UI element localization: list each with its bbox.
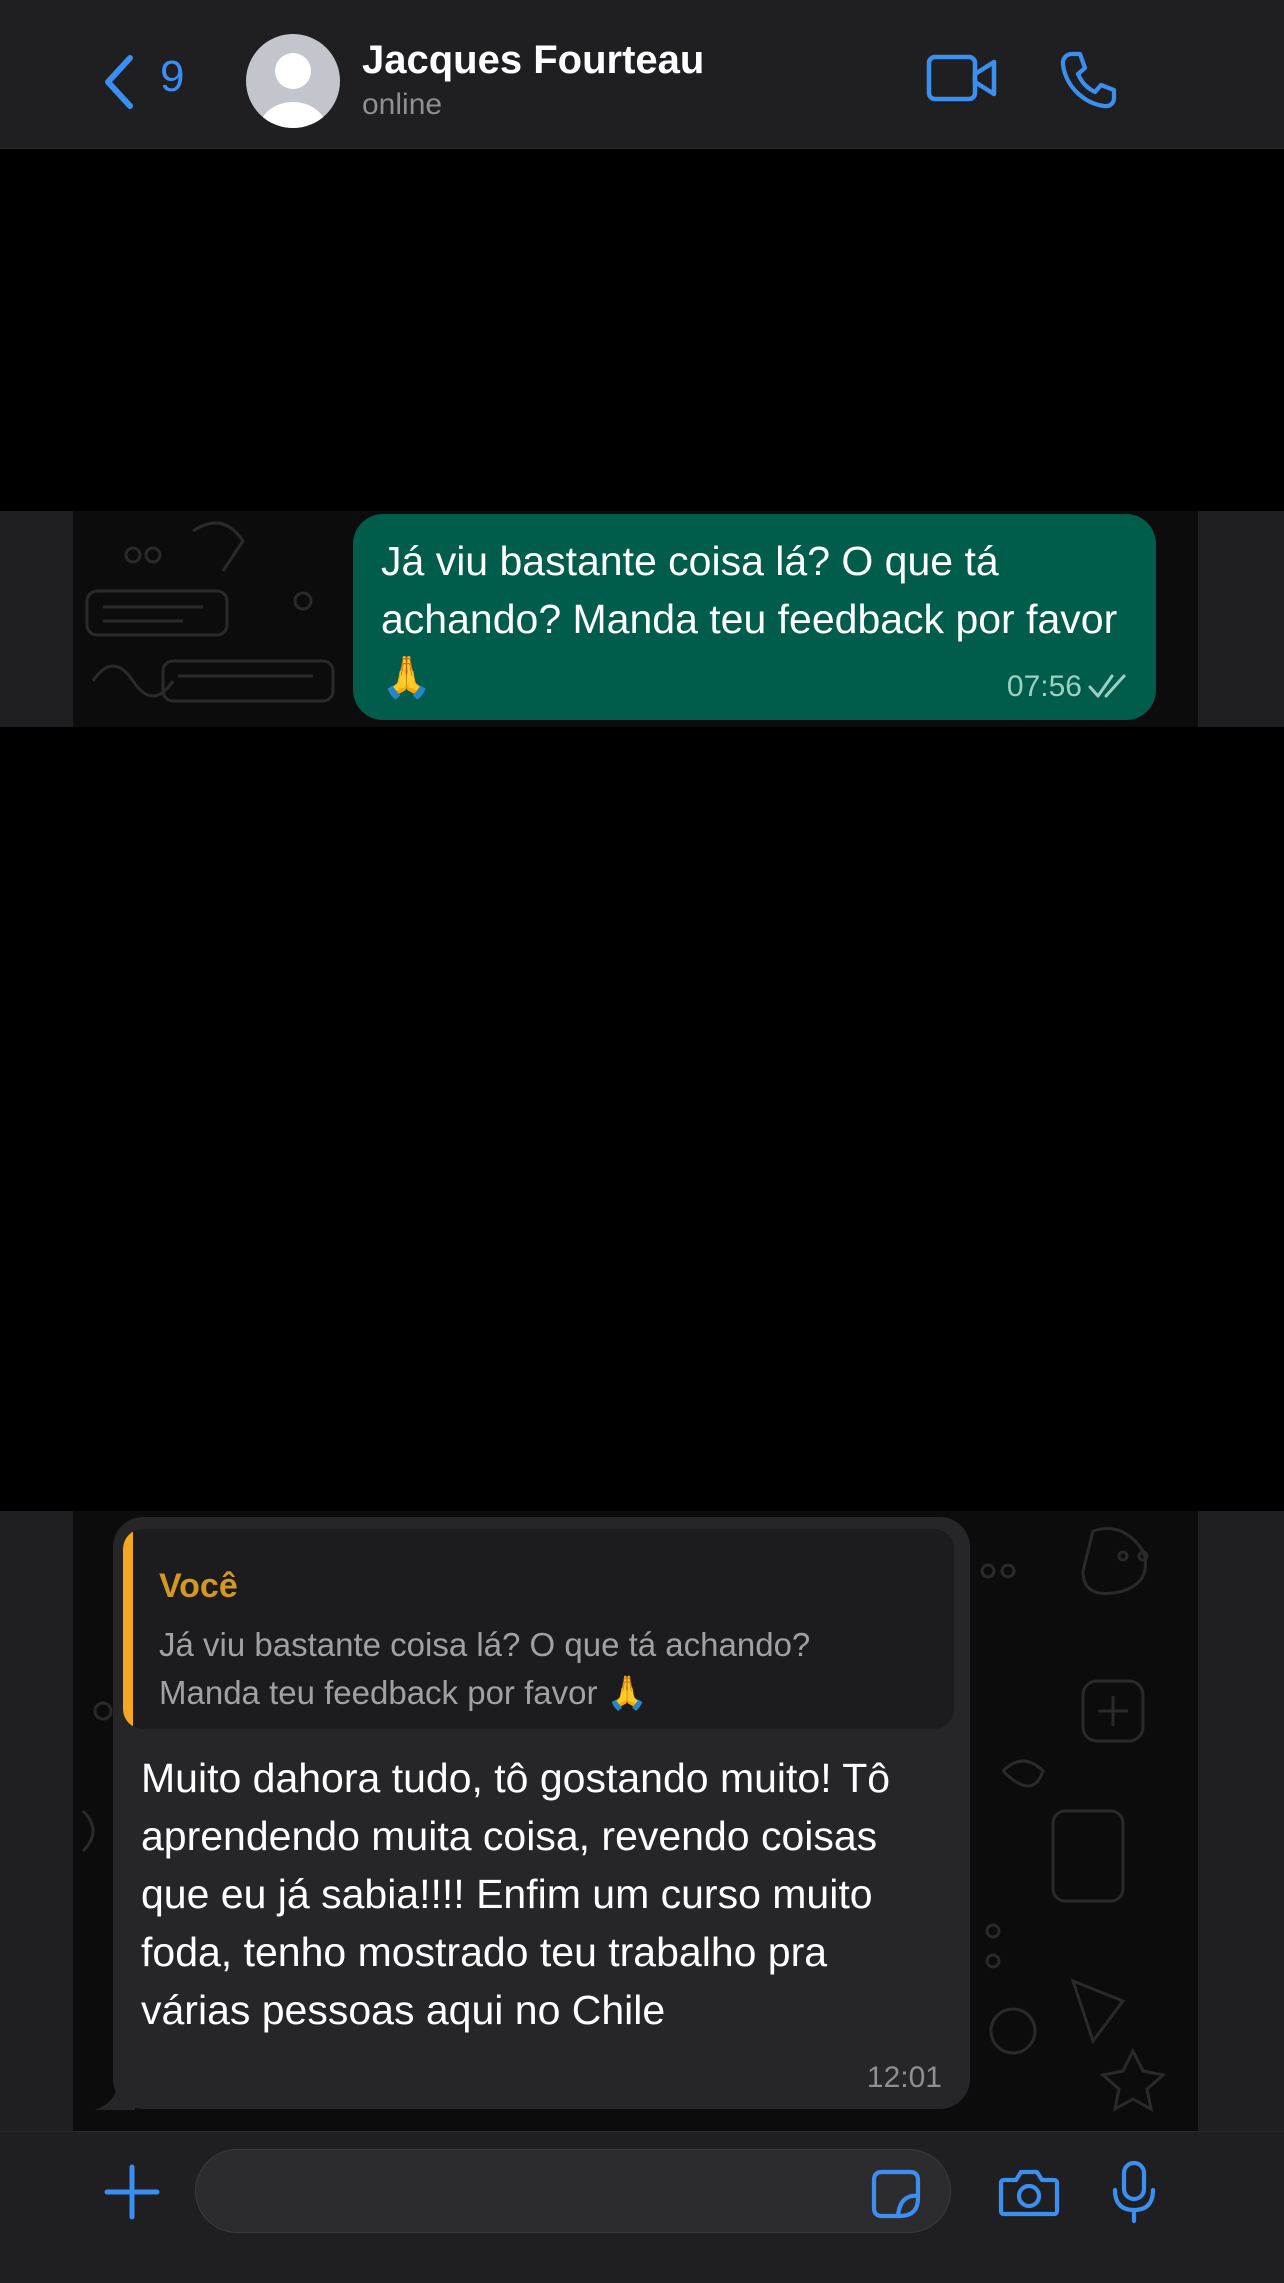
redacted-area: [0, 149, 1284, 511]
chevron-left-icon[interactable]: [100, 52, 140, 112]
quote-author: Você: [159, 1567, 238, 1605]
double-check-icon: [1088, 674, 1126, 698]
quote-accent-bar: [123, 1529, 133, 1729]
contact-name[interactable]: Jacques Fourteau: [362, 38, 704, 83]
composer-bar: [0, 2131, 1284, 2283]
microphone-icon[interactable]: [1110, 2160, 1158, 2224]
video-camera-icon[interactable]: [926, 52, 998, 104]
quoted-reply[interactable]: Você Já viu bastante coisa lá? O que tá …: [123, 1529, 954, 1729]
incoming-message-bubble[interactable]: Você Já viu bastante coisa lá? O que tá …: [113, 1517, 970, 2109]
contact-status: online: [362, 88, 443, 121]
message-input[interactable]: [195, 2149, 951, 2233]
quote-text: Já viu bastante coisa lá? O que tá achan…: [159, 1626, 811, 1711]
message-text: Muito dahora tudo, tô gostando muito! Tô…: [141, 1755, 891, 2033]
message-time: 07:56: [1006, 670, 1082, 703]
sticker-icon[interactable]: [870, 2168, 922, 2220]
plus-icon[interactable]: [104, 2164, 160, 2220]
default-avatar-icon: [259, 53, 327, 128]
chat-header: 9 Jacques Fourteau online: [0, 0, 1284, 149]
camera-icon[interactable]: [998, 2166, 1060, 2218]
unread-count[interactable]: 9: [160, 52, 184, 102]
redacted-area: [0, 727, 1284, 1511]
message-time: 12:01: [866, 2061, 942, 2094]
avatar[interactable]: [246, 34, 340, 128]
phone-icon[interactable]: [1058, 50, 1118, 110]
outgoing-message-bubble[interactable]: Já viu bastante coisa lá? O que tá achan…: [353, 514, 1156, 720]
